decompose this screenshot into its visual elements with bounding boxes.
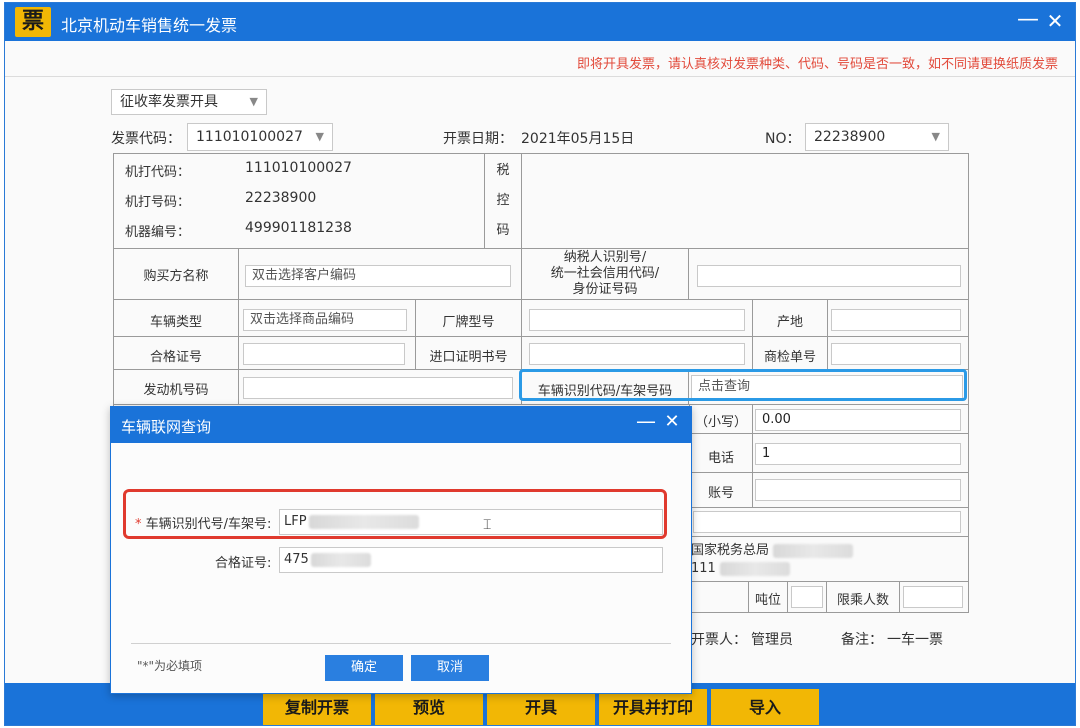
vin-field-label: * 车辆识别代号/车架号: (135, 517, 272, 532)
mouse-cursor-icon: ⌶ (483, 517, 492, 533)
dialog-ok-button[interactable]: 确定 (325, 655, 403, 681)
invoice-no-value: 22238900 (814, 129, 886, 145)
dialog-vin-input[interactable]: LFP (279, 509, 663, 535)
tax-code-label-2: 控 (496, 193, 510, 208)
notice-text: 即将开具发票，请认真核对发票种类、代码、号码是否一致，如不同请更换纸质发票 (576, 57, 1058, 72)
extra-input[interactable] (693, 511, 961, 533)
required-mark: * (135, 517, 142, 532)
remark-label: 备注： (841, 632, 883, 648)
dialog-cert-label: 合格证号: (215, 556, 272, 571)
engine-label: 发动机号码 (143, 383, 209, 398)
copy-issue-button[interactable]: 复制开票 (263, 689, 371, 725)
title-bar: 票 北京机动车销售统一发票 — ✕ (5, 3, 1075, 41)
chevron-down-icon: ▼ (249, 95, 258, 108)
taxpayer-label-3: 身份证号码 (572, 282, 638, 297)
dialog-divider (131, 643, 671, 644)
machine-number-value: 22238900 (245, 190, 317, 206)
machine-code-label: 机打代码： (125, 165, 191, 180)
issue-date-value: 2021年05月15日 (521, 131, 635, 147)
dialog-title: 车辆联网查询 (121, 418, 212, 436)
invoice-type-value: 征收率发票开具 (120, 94, 218, 110)
brand-model-label: 厂牌型号 (442, 315, 495, 330)
taxpayer-label-1: 纳税人识别号/ (563, 250, 647, 265)
inspection-label: 商检单号 (763, 350, 816, 365)
dialog-close-button[interactable]: ✕ (661, 411, 683, 432)
passengers-input[interactable] (903, 586, 963, 608)
dialog-minimize-button[interactable]: — (635, 409, 657, 433)
tax-code-label-3: 码 (496, 223, 510, 238)
invoice-code-label: 发票代码： (111, 131, 181, 147)
window-title: 北京机动车销售统一发票 (61, 16, 238, 35)
passengers-label: 限乘人数 (836, 593, 889, 608)
buyer-name-label: 购买方名称 (143, 269, 209, 284)
dialog-title-bar: 车辆联网查询 — ✕ (111, 407, 691, 443)
machine-serial-label: 机器编号： (125, 225, 191, 240)
issue-print-button[interactable]: 开具并打印 (599, 689, 707, 725)
certificate-label: 合格证号 (149, 350, 202, 365)
issuer-value: 管理员 (751, 632, 793, 648)
invoice-type-select[interactable]: 征收率发票开具 ▼ (111, 89, 267, 115)
taxpayer-label-2: 统一社会信用代码/ (550, 266, 660, 281)
taxpayer-id-input[interactable] (697, 265, 961, 287)
machine-number-label: 机打号码： (125, 195, 191, 210)
minimize-button[interactable]: — (1017, 7, 1039, 35)
brand-model-input[interactable] (529, 309, 745, 331)
chevron-down-icon: ▼ (931, 130, 940, 143)
engine-input[interactable] (243, 377, 513, 399)
machine-serial-value: 499901181238 (245, 220, 352, 236)
certificate-input[interactable] (243, 343, 405, 365)
phone-input[interactable]: 1 (755, 443, 961, 465)
dialog-cancel-button[interactable]: 取消 (411, 655, 489, 681)
small-amount-label: （小写） (694, 415, 747, 430)
tonnage-input[interactable] (791, 586, 823, 608)
issuer-label: 开票人： (691, 632, 747, 648)
small-amount-input[interactable]: 0.00 (755, 409, 961, 431)
tax-code-label-1: 税 (496, 163, 510, 178)
invoice-no-select[interactable]: 22238900 ▼ (805, 123, 949, 151)
blank-cell (689, 581, 749, 613)
tax-office-code: 111 (691, 561, 790, 576)
preview-button[interactable]: 预览 (375, 689, 483, 725)
import-cert-label: 进口证明书号 (429, 350, 508, 365)
origin-label: 产地 (776, 315, 803, 330)
invoice-no-label: NO： (765, 131, 801, 147)
vin-highlight-box (519, 369, 967, 401)
vehicle-query-dialog: 车辆联网查询 — ✕ * 车辆识别代号/车架号: LFP ⌶ 合格证号: 475… (110, 406, 692, 694)
account-input[interactable] (755, 479, 961, 501)
vehicle-type-input[interactable]: 双击选择商品编码 (243, 309, 407, 331)
remark-value: 一车一票 (887, 632, 943, 648)
vehicle-type-label: 车辆类型 (149, 315, 202, 330)
invoice-logo-icon: 票 (15, 7, 51, 37)
issue-button[interactable]: 开具 (487, 689, 595, 725)
import-cert-input[interactable] (529, 343, 745, 365)
close-button[interactable]: ✕ (1043, 7, 1067, 35)
phone-label: 电话 (707, 451, 734, 466)
account-label: 账号 (707, 486, 734, 501)
dialog-cert-input[interactable]: 475 (279, 547, 663, 573)
buyer-name-input[interactable]: 双击选择客户编码 (245, 265, 511, 287)
issue-date-label: 开票日期： (443, 131, 513, 147)
invoice-code-select[interactable]: 111010100027 ▼ (187, 123, 333, 151)
inspection-input[interactable] (831, 343, 961, 365)
tax-office-name: 国家税务总局 (691, 539, 854, 558)
machine-code-value: 111010100027 (245, 160, 352, 176)
divider (5, 76, 1075, 77)
import-button[interactable]: 导入 (711, 689, 819, 725)
origin-input[interactable] (831, 309, 961, 331)
tax-code-area (521, 153, 969, 249)
required-note: "*"为必填项 (137, 659, 203, 673)
tonnage-label: 吨位 (754, 593, 781, 608)
chevron-down-icon: ▼ (315, 130, 324, 143)
invoice-code-value: 111010100027 (196, 129, 303, 145)
